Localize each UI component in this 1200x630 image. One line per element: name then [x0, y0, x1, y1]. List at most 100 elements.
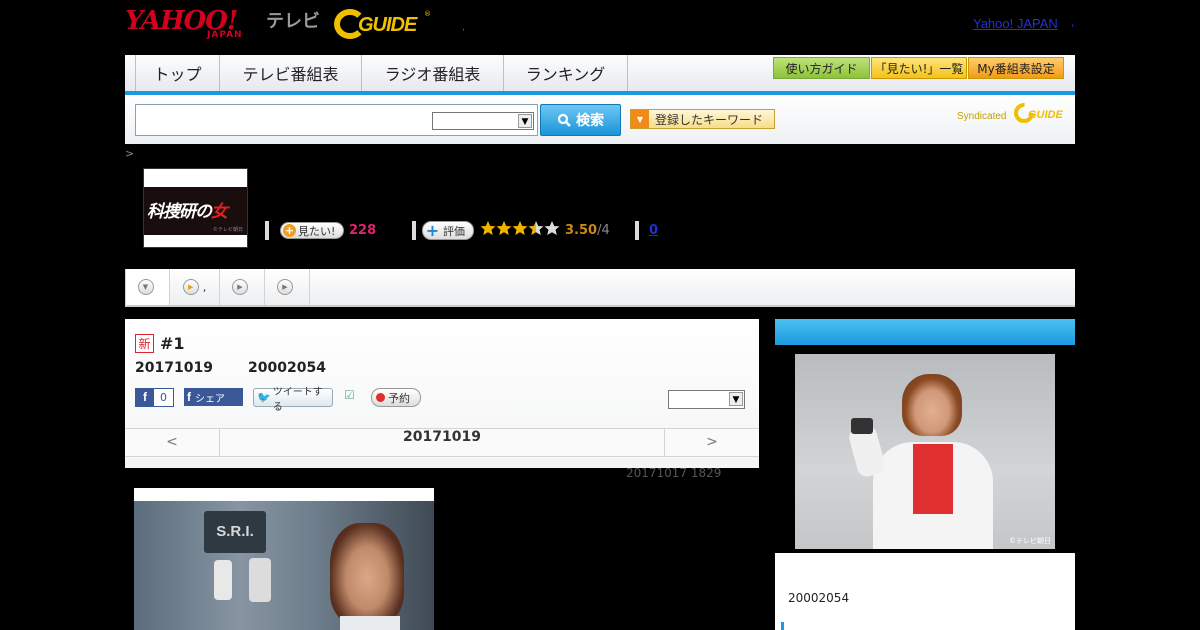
my-listings-settings-button[interactable]: My番組表設定	[968, 57, 1064, 79]
search-button-label: 検索	[576, 113, 604, 129]
new-badge: 新	[135, 334, 154, 353]
gguide-logo-text: GUIDE	[358, 14, 417, 36]
mitai-list-button[interactable]: 「見たい!」一覧	[871, 57, 967, 79]
nav-item-ranking[interactable]: ランキング	[504, 55, 628, 91]
facebook-share-button[interactable]: f シェア	[184, 388, 243, 406]
mitai-count: 228	[349, 223, 377, 238]
program-logo-title: 科捜研の女	[147, 197, 228, 222]
facebook-like-button[interactable]: f 0	[135, 388, 174, 407]
mixi-check-icon[interactable]: ☑	[344, 388, 360, 405]
header-tail-dot: ,	[1071, 16, 1075, 29]
rate-button-label: 評価	[443, 224, 465, 238]
program-logo-copyright: ©テレビ朝日	[212, 227, 243, 233]
red-shirt	[913, 444, 953, 514]
search-category-select[interactable]: ▼	[432, 112, 534, 130]
twitter-bird-icon: 🐦	[257, 391, 271, 404]
side-accent-bar	[781, 622, 784, 630]
episode-title: #1	[160, 334, 185, 353]
episode-select[interactable]: ▼	[668, 390, 745, 409]
scene-figure	[249, 558, 271, 602]
tab-2[interactable]: ▶ ,	[170, 269, 220, 305]
program-logo-title-white: 科捜研の	[147, 202, 212, 222]
search-icon	[557, 113, 571, 127]
syndicated-logo-text: GUIDE	[1028, 109, 1064, 121]
episode-scene-image: S.R.I.	[134, 488, 434, 630]
reserve-label: 予約	[388, 391, 410, 405]
side-panel: ©テレビ朝日 20002054	[775, 319, 1075, 630]
divider	[265, 221, 269, 240]
program-logo-bottom-strip	[144, 235, 247, 247]
episode-date: 20171019	[135, 360, 213, 376]
actress-head	[902, 374, 962, 436]
facebook-icon: f	[187, 390, 191, 404]
cast-photo-frame: ©テレビ朝日	[775, 345, 1075, 553]
tab-2-label: ,	[202, 280, 207, 294]
flashlight	[851, 418, 873, 434]
actress-portrait	[330, 523, 404, 623]
mitai-button-label: 見たい!	[298, 224, 336, 238]
chevron-down-icon: ▼	[137, 279, 154, 295]
photo-copyright: ©テレビ朝日	[1009, 537, 1051, 545]
side-broadcast-time: 20002054	[788, 591, 850, 605]
cast-photo: ©テレビ朝日	[795, 354, 1055, 549]
tab-1[interactable]: ▼	[125, 269, 170, 305]
chevron-down-icon: ▼	[729, 392, 743, 406]
rating-value: 3.50/4	[565, 223, 610, 238]
program-logo-title-red: 女	[211, 202, 228, 222]
registered-keywords-button[interactable]: ▼ 登録したキーワード	[630, 109, 775, 129]
nav-item-tv-listings[interactable]: テレビ番組表	[220, 55, 362, 91]
plus-icon: +	[283, 224, 296, 237]
gguide-syndicated-logo: GUIDE	[1014, 103, 1064, 123]
episode-panel: 新 #1 20171019 20002054 f 0 f シェア 🐦 ツイートす…	[125, 319, 759, 468]
tab-3[interactable]: ▶	[220, 269, 265, 305]
tab-4[interactable]: ▶	[265, 269, 310, 305]
gguide-logo[interactable]: GUIDE ®	[334, 8, 434, 42]
main-nav: トップ テレビ番組表 ラジオ番組表 ランキング 使い方ガイド 「見たい!」一覧 …	[125, 55, 1075, 95]
search-bar: ▼ 検索 ▼ 登録したキーワード Syndicated GUIDE	[125, 95, 1075, 144]
yahoo-logo[interactable]: YAHOO! JAPAN	[125, 6, 263, 42]
rating-score: 3.50	[565, 223, 598, 238]
lab-coat	[340, 616, 400, 630]
play-icon: ▶	[232, 279, 248, 295]
program-tabs: ▼ ▶ , ▶ ▶	[125, 269, 1075, 307]
episode-pager: < 20171019 >	[125, 428, 759, 457]
chevron-down-icon: ▼	[518, 114, 532, 128]
reserve-button[interactable]: 予約	[371, 388, 421, 407]
program-logo-top-strip	[144, 169, 247, 187]
episode-time: 20002054	[248, 360, 326, 376]
current-episode-date: 20171019	[403, 429, 481, 445]
tweet-button[interactable]: 🐦 ツイートする	[253, 387, 333, 413]
gguide-registered-mark: ®	[424, 10, 431, 18]
header-dot: ,	[462, 22, 466, 33]
sri-sign: S.R.I.	[204, 511, 266, 553]
play-icon: ▶	[277, 279, 293, 295]
nav-item-top[interactable]: トップ	[135, 55, 220, 91]
divider	[412, 221, 416, 240]
yahoo-logo-japan: JAPAN	[207, 30, 243, 40]
prev-episode-button[interactable]: <	[125, 429, 220, 456]
side-panel-header	[775, 319, 1075, 345]
guide-button[interactable]: 使い方ガイド	[773, 57, 870, 79]
mitai-button[interactable]: + 見たい!	[280, 222, 344, 239]
updated-timestamp: 20171017 1829	[626, 466, 722, 480]
nav-item-radio-listings[interactable]: ラジオ番組表	[362, 55, 504, 91]
breadcrumb[interactable]: >	[125, 147, 134, 160]
plus-icon: +	[425, 221, 440, 240]
divider	[635, 221, 639, 240]
tweet-label: ツイートする	[272, 386, 323, 413]
next-episode-button[interactable]: >	[664, 429, 759, 456]
triangle-down-icon: ▼	[631, 110, 649, 128]
facebook-share-label: シェア	[195, 393, 225, 405]
rating-stars	[480, 220, 562, 243]
rate-button[interactable]: + 評価	[422, 221, 474, 240]
tv-logo-text[interactable]: テレビ	[266, 7, 320, 33]
facebook-icon: f	[136, 389, 154, 406]
facebook-like-count: 0	[160, 391, 167, 404]
yahoo-japan-link[interactable]: Yahoo! JAPAN	[973, 16, 1058, 31]
star-rating-icon	[480, 221, 560, 235]
syndicated-text: Syndicated	[957, 111, 1007, 122]
program-logo: 科捜研の女 ©テレビ朝日	[143, 168, 248, 248]
registered-keywords-label: 登録したキーワード	[655, 112, 764, 127]
search-button[interactable]: 検索	[540, 104, 621, 136]
review-count-link[interactable]: 0	[649, 223, 658, 238]
